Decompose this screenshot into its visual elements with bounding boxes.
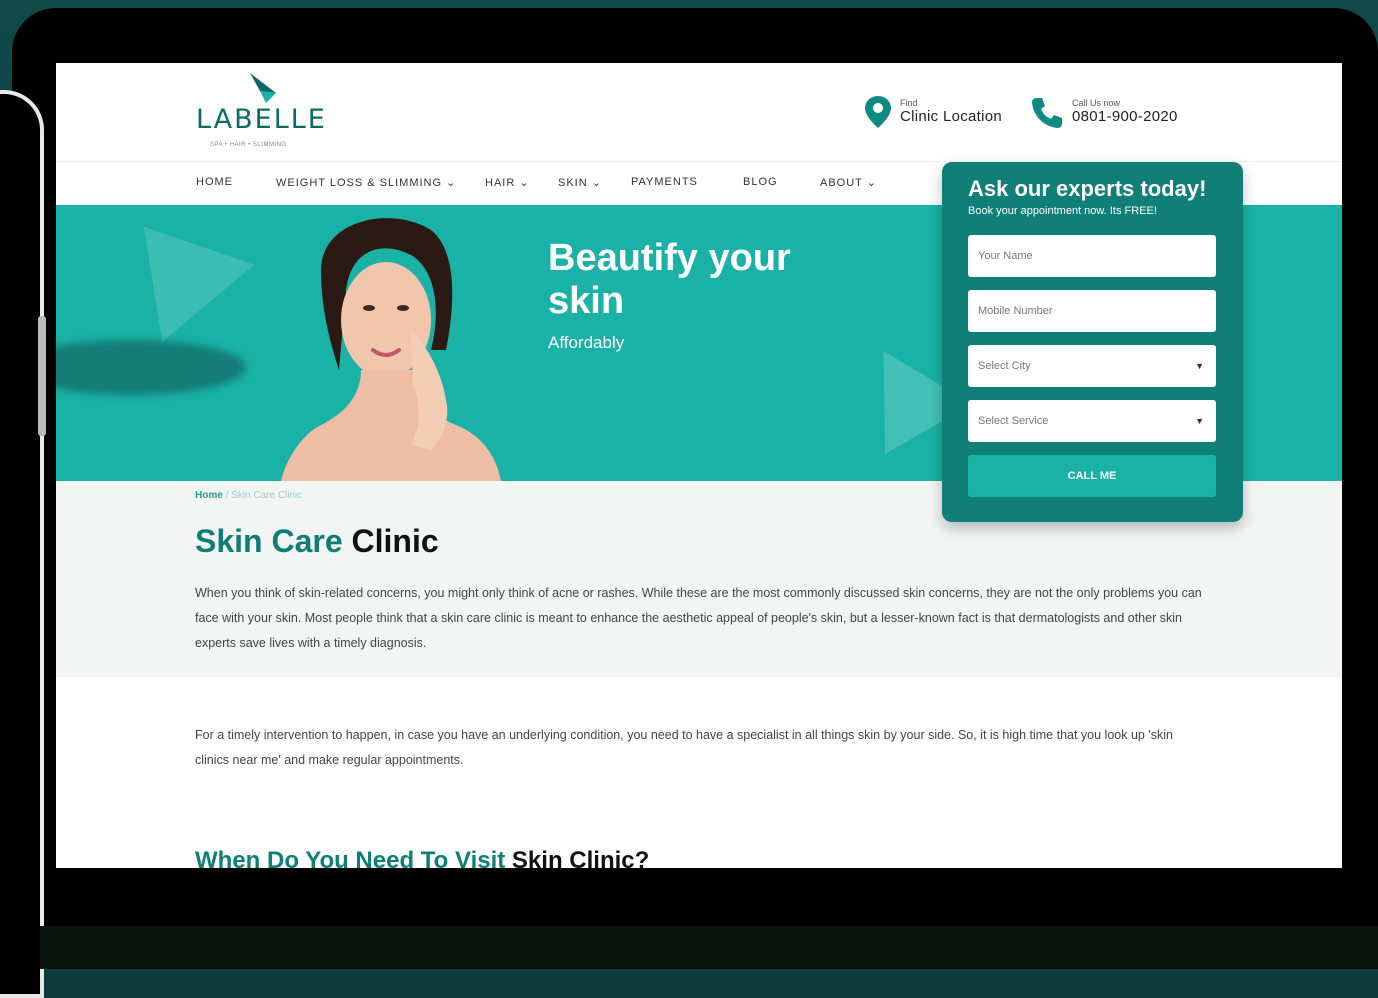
logo-tagline: SPA • HAIR • SLIMMING <box>210 142 287 148</box>
form-subtitle: Book your appointment now. Its FREE! <box>968 205 1157 217</box>
service-select[interactable]: Select Service ▼ <box>968 400 1216 442</box>
caret-down-icon: ▼ <box>1195 361 1204 371</box>
page-title-dark: Clinic <box>342 523 439 559</box>
site-header: LABELLE SPA • HAIR • SLIMMING Find Clini… <box>56 63 1342 161</box>
section-title-accent: When Do You Need To Visit <box>195 847 506 868</box>
location-small-label: Find <box>900 98 918 108</box>
hero-subtitle: Affordably <box>548 333 625 352</box>
form-title: Ask our experts today! <box>968 176 1207 201</box>
hero-model-image <box>281 218 501 481</box>
nav-item-weight-loss[interactable]: WEIGHT LOSS & SLIMMING ⌄ <box>276 176 456 189</box>
decorative-shadow <box>56 340 246 395</box>
phone-number: 0801-900-2020 <box>1072 108 1178 125</box>
page-title: Skin Care Clinic <box>195 523 439 560</box>
city-select[interactable]: Select City ▼ <box>968 345 1216 387</box>
phone-icon <box>1032 98 1062 128</box>
breadcrumb: Home / Skin Care Clinic <box>195 490 302 501</box>
browser-screen: LABELLE SPA • HAIR • SLIMMING Find Clini… <box>56 63 1342 868</box>
body-paragraph: For a timely intervention to happen, in … <box>195 728 1173 767</box>
nav-item-blog[interactable]: BLOG <box>743 176 778 188</box>
section-title: When Do You Need To Visit Skin Clinic? <box>195 847 649 868</box>
map-pin-icon <box>865 96 891 128</box>
caret-down-icon: ▼ <box>1195 416 1204 426</box>
hero-title: Beautify your skin <box>548 237 791 322</box>
nav-item-about[interactable]: ABOUT ⌄ <box>820 176 877 189</box>
appointment-form: Ask our experts today! Book your appoint… <box>942 162 1243 522</box>
call-us-link[interactable]: Call Us now 0801-900-2020 <box>1030 95 1178 129</box>
nav-item-hair[interactable]: HAIR ⌄ <box>485 176 530 189</box>
decorative-triangle <box>97 205 255 342</box>
nav-item-payments[interactable]: PAYMENTS <box>631 176 698 188</box>
phone-frame <box>0 90 44 998</box>
service-select-value: Select Service <box>978 415 1049 427</box>
breadcrumb-home[interactable]: Home <box>195 490 223 501</box>
phone-small-label: Call Us now <box>1072 98 1121 108</box>
clinic-location-link[interactable]: Find Clinic Location <box>864 95 1002 129</box>
section-title-dark: Skin Clinic? <box>505 847 650 868</box>
breadcrumb-current: Skin Care Clinic <box>231 490 303 501</box>
logo-text[interactable]: LABELLE <box>196 104 327 135</box>
phone-side-button <box>38 316 46 436</box>
tablet-bottom-bezel <box>40 926 1378 969</box>
call-me-button[interactable]: CALL ME <box>968 455 1216 497</box>
page-title-accent: Skin Care <box>195 523 343 559</box>
city-select-value: Select City <box>978 360 1031 372</box>
intro-paragraph: When you think of skin-related concerns,… <box>195 586 1202 650</box>
mobile-input[interactable]: Mobile Number <box>968 290 1216 332</box>
logo-icon <box>250 73 276 103</box>
name-input[interactable]: Your Name <box>968 235 1216 277</box>
breadcrumb-separator: / <box>222 490 232 501</box>
location-label: Clinic Location <box>900 108 1003 125</box>
nav-item-home[interactable]: HOME <box>196 176 233 188</box>
nav-item-skin[interactable]: SKIN ⌄ <box>558 176 602 189</box>
